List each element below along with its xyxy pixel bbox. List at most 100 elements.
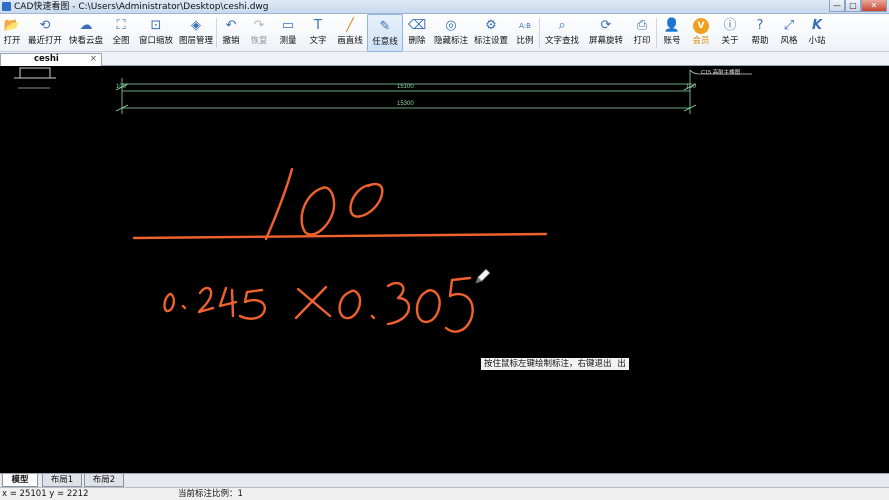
scale-icon: A:B xyxy=(519,22,531,30)
fit-all-button[interactable]: ⛶ 全图 xyxy=(106,14,136,52)
cloud-icon: ☁ xyxy=(79,18,93,33)
dimension-left-text: 100 xyxy=(116,84,127,90)
freehand-line-button[interactable]: ✎ 任意线 xyxy=(367,14,403,52)
help-icon: ? xyxy=(756,18,764,33)
undo-icon: ↶ xyxy=(225,18,237,33)
fit-all-label: 全图 xyxy=(112,36,130,46)
sketch-char xyxy=(197,286,215,314)
drawing-thumbnail xyxy=(14,67,56,89)
redo-button[interactable]: ↷ 恢复 xyxy=(245,14,273,52)
info-icon: ⓘ xyxy=(723,18,737,33)
dimension-mid-text: 15100 xyxy=(397,84,414,90)
pen-cursor-icon xyxy=(475,268,491,284)
sketch-char xyxy=(444,276,474,333)
dimension-lines xyxy=(115,70,697,114)
user-icon: 👤 xyxy=(663,18,681,33)
maximize-button[interactable]: □ xyxy=(845,0,861,12)
annotation-settings-label: 标注设置 xyxy=(473,36,508,46)
draw-line-button[interactable]: ╱ 画直线 xyxy=(333,14,367,52)
annotation-scale-status: 当前标注比例：1 xyxy=(178,489,243,499)
text-button[interactable]: T 文字 xyxy=(303,14,333,52)
tooltip-text: 按住鼠标左键绘制标注，右键退出 xyxy=(484,359,612,369)
redo-icon: ↷ xyxy=(253,18,265,33)
hide-annotation-button[interactable]: ◎ 隐藏标注 xyxy=(431,14,471,52)
status-bar: x = 25101 y = 2212 当前标注比例：1 xyxy=(0,487,889,500)
document-tab-strip: ceshi × xyxy=(0,52,889,66)
site-logo-icon: K xyxy=(811,18,823,33)
eraser-icon: ⌫ xyxy=(407,18,427,33)
tab-layout-1[interactable]: 布局1 xyxy=(42,474,82,487)
folder-icon: 📂 xyxy=(3,18,21,33)
style-icon: ⤢ xyxy=(783,18,795,33)
undo-button[interactable]: ↶ 撤销 xyxy=(217,14,245,52)
close-button[interactable]: ✕ xyxy=(861,0,887,12)
document-tab-label: ceshi xyxy=(34,54,59,64)
hide-annotation-label: 隐藏标注 xyxy=(433,36,468,46)
freehand-line-label: 任意线 xyxy=(372,37,398,47)
sketch-char xyxy=(218,286,238,318)
fit-icon: ⛶ xyxy=(116,18,126,33)
cloud-button[interactable]: ☁ 快看云盘 xyxy=(66,14,106,52)
text-icon: T xyxy=(314,18,322,33)
delete-label: 删除 xyxy=(408,36,426,46)
vip-button[interactable]: V 会员 xyxy=(687,14,715,52)
minimize-button[interactable]: — xyxy=(829,0,845,12)
sketch-digit-one xyxy=(264,167,294,241)
tab-model[interactable]: 模型 xyxy=(2,474,38,487)
zoom-window-button[interactable]: ⊡ 窗口缩放 xyxy=(136,14,176,52)
close-tab-icon[interactable]: × xyxy=(90,54,97,65)
app-icon xyxy=(2,2,11,11)
about-label: 关于 xyxy=(721,36,739,46)
recent-button[interactable]: ⟲ 最近打开 xyxy=(24,14,66,52)
measure-icon: ▭ xyxy=(281,18,295,33)
zoom-window-label: 窗口缩放 xyxy=(138,36,173,46)
window-controls: — □ ✕ xyxy=(829,0,887,13)
sketch-underline xyxy=(132,232,548,240)
dimension-text: 100 100 15100 15300 xyxy=(116,84,697,107)
title-bar: CAD快速看图 - C:\Users\Administrator\Desktop… xyxy=(0,0,889,14)
open-button[interactable]: 📂 打开 xyxy=(0,14,24,52)
cloud-label: 快看云盘 xyxy=(68,36,103,46)
layout-tab-strip: 模型 布局1 布局2 xyxy=(0,473,889,487)
account-label: 账号 xyxy=(663,36,681,46)
sketch-char xyxy=(370,314,376,320)
undo-label: 撤销 xyxy=(222,36,240,46)
sketch-digit-zero xyxy=(349,182,384,218)
sketch-char xyxy=(386,281,411,326)
eye-hide-icon: ◎ xyxy=(445,18,457,33)
sketch-char xyxy=(415,289,441,324)
main-toolbar: 📂 打开 ⟲ 最近打开 ☁ 快看云盘 ⛶ 全图 ⊡ 窗口缩放 ◈ 图层管理 ↶ … xyxy=(0,14,889,52)
layers-icon: ◈ xyxy=(191,18,201,33)
style-button[interactable]: ⤢ 风格 xyxy=(775,14,803,52)
window-title: CAD快速看图 - C:\Users\Administrator\Desktop… xyxy=(14,2,269,12)
text-search-button[interactable]: ⌕ 文字查找 xyxy=(540,14,584,52)
account-button[interactable]: 👤 账号 xyxy=(657,14,687,52)
scale-button[interactable]: A:B 比例 xyxy=(511,14,539,52)
drawing-svg: 100 100 15100 15300 C15 高耐主楼图 xyxy=(14,67,752,333)
help-button[interactable]: ? 帮助 xyxy=(745,14,775,52)
tab-layout-2[interactable]: 布局2 xyxy=(84,474,124,487)
sketch-digit-zero xyxy=(300,186,336,236)
drawing-canvas[interactable]: 100 100 15100 15300 C15 高耐主楼图 按住鼠标左键绘制标注… xyxy=(0,66,889,473)
help-label: 帮助 xyxy=(751,36,769,46)
layers-label: 图层管理 xyxy=(178,36,213,46)
measure-label: 测量 xyxy=(279,36,297,46)
layers-button[interactable]: ◈ 图层管理 xyxy=(176,14,216,52)
rotate-screen-button[interactable]: ⟳ 屏幕旋转 xyxy=(584,14,628,52)
print-button[interactable]: ⎙ 打印 xyxy=(628,14,656,52)
line-icon: ╱ xyxy=(346,18,354,33)
delete-button[interactable]: ⌫ 删除 xyxy=(403,14,431,52)
text-label: 文字 xyxy=(309,36,327,46)
style-label: 风格 xyxy=(780,36,798,46)
site-button[interactable]: K 小站 xyxy=(803,14,831,52)
title-block-text: C15 高耐主楼图 xyxy=(701,68,741,76)
annotation-settings-icon: ⚙ xyxy=(485,18,497,33)
document-tab-ceshi[interactable]: ceshi × xyxy=(0,53,102,66)
text-search-label: 文字查找 xyxy=(544,36,579,46)
annotation-settings-button[interactable]: ⚙ 标注设置 xyxy=(471,14,511,52)
about-button[interactable]: ⓘ 关于 xyxy=(715,14,745,52)
site-label: 小站 xyxy=(808,36,826,46)
sketch-char xyxy=(238,288,266,320)
measure-button[interactable]: ▭ 测量 xyxy=(273,14,303,52)
redo-label: 恢复 xyxy=(250,36,268,46)
